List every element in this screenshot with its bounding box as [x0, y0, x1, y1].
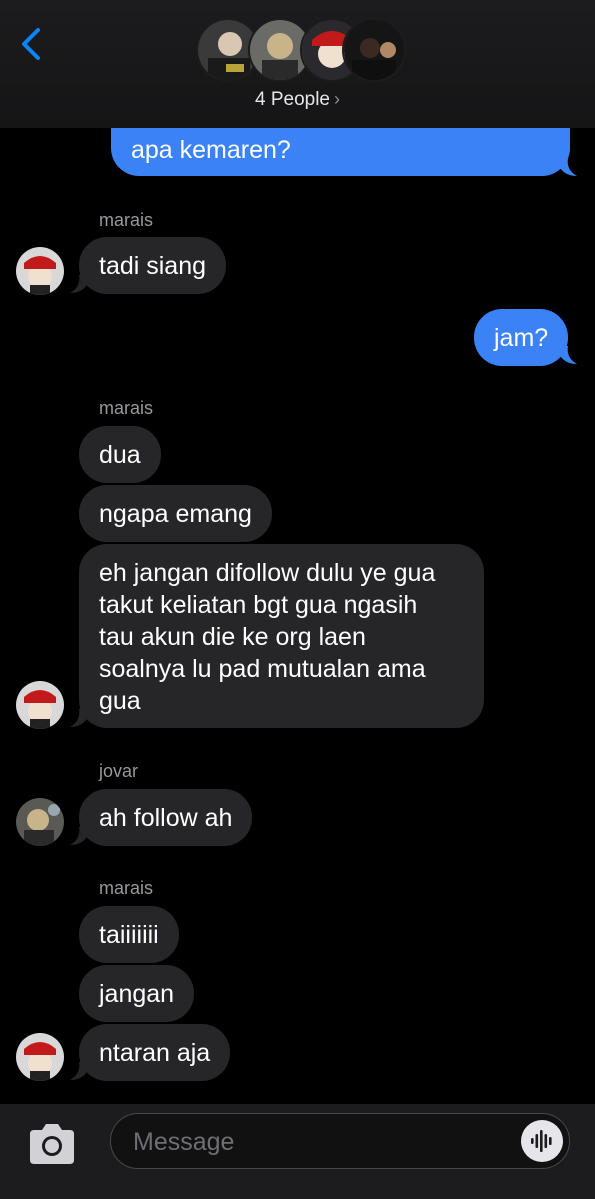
bubble-tail [556, 346, 577, 364]
message-line: tau akun die ke org laen [99, 623, 366, 651]
avatar-jovar[interactable] [16, 798, 64, 846]
sender-name: jovar [99, 761, 139, 781]
people-count: 4 People [254, 89, 330, 110]
message-field[interactable] [110, 1113, 570, 1169]
sender-name: marais [99, 210, 154, 230]
message-bubble-incoming[interactable]: ngapa emang [79, 485, 272, 542]
conversation-header: 4 People › [0, 0, 595, 128]
chevron-right-icon: › [334, 89, 340, 109]
message-text: jam? [494, 324, 549, 352]
bubble-tail [70, 275, 91, 293]
sender-name: marais [99, 878, 154, 898]
audio-record-button[interactable] [521, 1120, 563, 1162]
message-text: ah follow ah [99, 804, 233, 832]
avatar-marais[interactable] [16, 1033, 64, 1081]
sender-name: marais [99, 398, 154, 418]
message-line: soalnya lu pad mutualan ama [99, 655, 426, 683]
message-bubble-incoming[interactable]: eh jangan difollow dulu ye gua takut kel… [79, 544, 484, 728]
message-text: tadi siang [99, 252, 207, 280]
message-text: apa kemaren? [131, 136, 291, 164]
message-line: eh jangan difollow dulu ye gua [99, 559, 436, 587]
message-text: dua [99, 441, 141, 469]
message-bubble-incoming[interactable]: ah follow ah [79, 789, 253, 846]
message-line: takut keliatan bgt gua ngasih [99, 591, 418, 619]
message-bubble-incoming[interactable]: taiiiiiii [79, 906, 179, 963]
message-bubble-incoming[interactable]: ntaran aja [79, 1024, 231, 1081]
message-bubble-incoming[interactable]: dua [79, 426, 161, 483]
group-avatars[interactable] [196, 18, 406, 82]
group-avatar [342, 18, 406, 82]
camera-icon [30, 1124, 74, 1164]
message-bubble-incoming[interactable]: tadi siang [79, 237, 227, 294]
message-input[interactable] [131, 1124, 515, 1160]
avatar-marais[interactable] [16, 247, 64, 295]
bubble-tail [70, 827, 91, 845]
message-composer [0, 1104, 595, 1199]
avatar-marais[interactable] [16, 681, 64, 729]
message-text: ntaran aja [99, 1039, 211, 1067]
message-text: taiiiiiii [99, 921, 159, 949]
message-thread: apa kemaren? marais tadi siang jam? mara… [0, 0, 595, 1104]
message-text: ngapa emang [99, 500, 252, 528]
back-button[interactable] [16, 24, 48, 64]
bubble-tail [70, 709, 91, 727]
chevron-left-icon [22, 28, 40, 60]
message-bubble-outgoing[interactable]: jam? [474, 309, 569, 366]
camera-button[interactable] [26, 1122, 78, 1166]
bubble-tail [556, 158, 577, 176]
waveform-icon [531, 1130, 552, 1152]
message-bubble-incoming[interactable]: jangan [79, 965, 195, 1022]
bubble-tail [70, 1062, 91, 1080]
message-line: gua [99, 687, 141, 715]
group-info-button[interactable]: 4 People › [0, 89, 595, 111]
message-text: jangan [99, 980, 175, 1008]
